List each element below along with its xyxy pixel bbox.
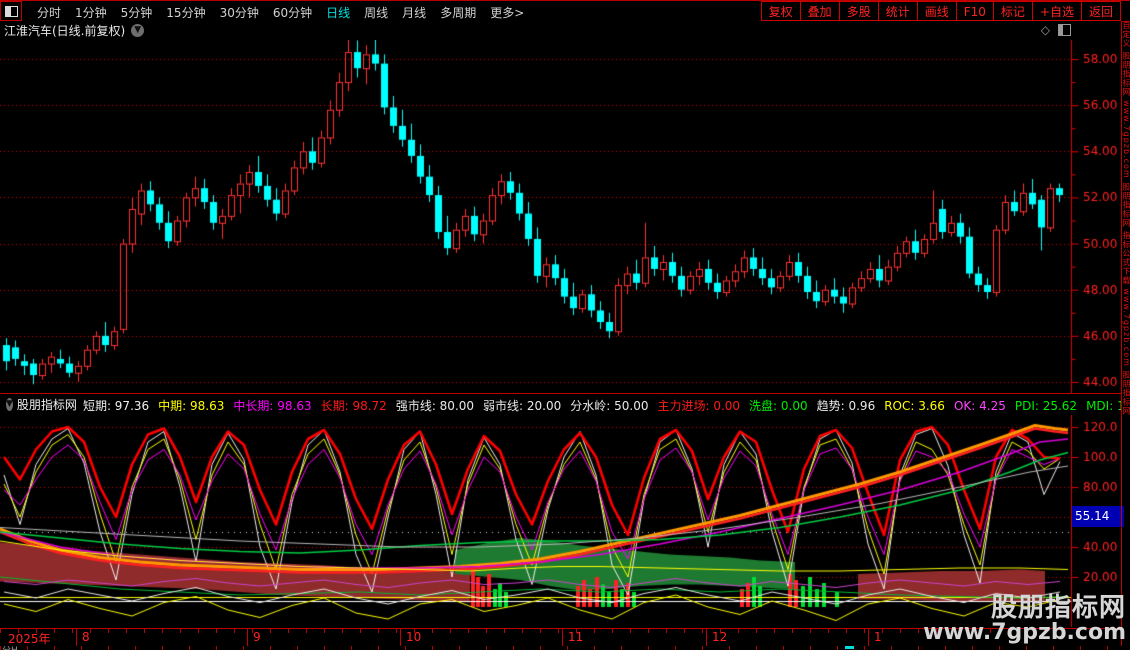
timeframe-tab-1分钟[interactable]: 1分钟 xyxy=(75,6,107,20)
month-divider xyxy=(247,629,248,646)
toolbar-button-标记[interactable]: 标记 xyxy=(993,1,1033,21)
vertical-banner-text: 自定义 股朋指标网 www.7gpzb.com 股朋指标网 指标公式下载 www… xyxy=(1122,21,1130,415)
month-divider xyxy=(706,629,707,646)
top-toolbar: 分时 1分钟 5分钟 15分钟 30分钟 60分钟日线周线月线多周期更多> 复权叠加多股统… xyxy=(0,0,1130,22)
right-side-vertical-banner: 自定义 股朋指标网 www.7gpzb.com 股朋指标网 指标公式下载 www… xyxy=(1121,21,1130,646)
month-divider xyxy=(562,629,563,646)
stock-app-window: 分时 1分钟 5分钟 15分钟 30分钟 60分钟日线周线月线多周期更多> 复权叠加多股统… xyxy=(0,0,1130,650)
indicator-field-分水岭: 分水岭: 50.00 xyxy=(570,399,648,413)
month-divider xyxy=(868,629,869,646)
watermark-site-name: 股朋指标网 xyxy=(923,595,1126,622)
indicator-header: ▼ 股朋指标网 短期: 97.36 中期: 98.63 中长期: 98.63 长期: … xyxy=(0,393,1121,415)
timeframe-tab-月线[interactable]: 月线 xyxy=(402,6,426,20)
timeframe-tab-分时[interactable]: 分时 xyxy=(37,6,61,20)
month-divider xyxy=(400,629,401,646)
watermark-site-url: www.7gpzb.com xyxy=(923,622,1126,644)
chevron-down-circle-icon[interactable]: ▼ xyxy=(6,398,13,411)
month-label-10: 10 xyxy=(406,630,421,644)
indicator-field-中长期: 中长期: 98.63 xyxy=(233,399,311,413)
indicator-current-value-badge: 55.14 xyxy=(1072,506,1124,527)
month-label-12: 12 xyxy=(712,630,727,644)
toolbar-button-返回[interactable]: 返回 xyxy=(1081,1,1121,21)
month-label-11: 11 xyxy=(568,630,583,644)
timeframe-tab-周线[interactable]: 周线 xyxy=(364,6,388,20)
site-watermark: 股朋指标网 www.7gpzb.com xyxy=(923,595,1126,644)
indicator-field-ROC: ROC: 3.66 xyxy=(884,399,945,413)
date-axis-ticks xyxy=(0,629,1072,633)
timeframe-tab-30分钟[interactable]: 30分钟 xyxy=(220,6,259,20)
symbol-title[interactable]: 江淮汽车(日线.前复权) xyxy=(4,22,125,39)
timeframe-tab-5分钟[interactable]: 5分钟 xyxy=(121,6,153,20)
clipped-bottom-pane: 分H xyxy=(0,646,1121,650)
timeframe-tab-日线[interactable]: 日线 xyxy=(326,6,350,20)
toolbar-button-复权[interactable]: 复权 xyxy=(761,1,801,21)
indicator-source-label: 股朋指标网 xyxy=(17,396,77,413)
indicator-field-长期: 长期: 98.72 xyxy=(321,399,387,413)
month-label-1: 1 xyxy=(874,630,882,644)
toolbar-button-画线[interactable]: 画线 xyxy=(917,1,957,21)
month-label-8: 8 xyxy=(82,630,90,644)
indicator-field-趋势: 趋势: 0.96 xyxy=(817,399,876,413)
timeframe-tab-更多>[interactable]: 更多> xyxy=(490,6,524,20)
toolbar-button-多股[interactable]: 多股 xyxy=(839,1,879,21)
month-label-9: 9 xyxy=(253,630,261,644)
toolbar-button-统计[interactable]: 统计 xyxy=(878,1,918,21)
indicator-field-主力进场: 主力进场: 0.00 xyxy=(657,399,740,413)
indicator-field-PDI: PDI: 25.62 xyxy=(1015,399,1077,413)
window-split-button[interactable] xyxy=(0,1,22,21)
timeframe-tab-15分钟[interactable]: 15分钟 xyxy=(166,6,205,20)
timeframe-tab-多周期[interactable]: 多周期 xyxy=(440,6,476,20)
indicator-field-OK: OK: 4.25 xyxy=(954,399,1006,413)
indicator-field-短期: 短期: 97.36 xyxy=(83,399,149,413)
main-candlestick-chart[interactable] xyxy=(0,40,1121,393)
toolbar-button-叠加[interactable]: 叠加 xyxy=(800,1,840,21)
indicator-field-洗盘: 洗盘: 0.00 xyxy=(749,399,808,413)
toolbar-right-buttons: 复权叠加多股统计画线F10标记+自选返回 xyxy=(762,1,1121,21)
timeframe-tab-60分钟[interactable]: 60分钟 xyxy=(273,6,312,20)
month-divider xyxy=(76,629,77,646)
toolbar-button-F10[interactable]: F10 xyxy=(956,1,994,21)
clipped-pane-text: 分H xyxy=(2,646,62,650)
toolbar-button-+自选[interactable]: +自选 xyxy=(1032,1,1082,21)
title-bar: 江淮汽车(日线.前复权) ▼ ◇ xyxy=(0,21,1121,40)
indicator-field-MDI: MDI: 12.07 xyxy=(1086,399,1121,413)
split-window-icon xyxy=(5,6,18,17)
indicator-field-中期: 中期: 98.63 xyxy=(158,399,224,413)
diamond-icon[interactable]: ◇ xyxy=(1041,23,1050,37)
split-window-icon[interactable] xyxy=(1058,24,1071,36)
indicator-values: 短期: 97.36 中期: 98.63 中长期: 98.63 长期: 98.72 强市线… xyxy=(83,395,1121,414)
chevron-down-circle-icon[interactable]: ▼ xyxy=(131,24,144,37)
titlebar-corner-icons: ◇ xyxy=(1041,23,1071,37)
indicator-field-弱市线: 弱市线: 20.00 xyxy=(483,399,561,413)
clipped-cyan-fragment xyxy=(845,646,854,649)
timeframe-tabs: 分时 1分钟 5分钟 15分钟 30分钟 60分钟日线周线月线多周期更多> xyxy=(30,2,531,21)
year-label: 2025年 xyxy=(8,630,51,647)
indicator-field-强市线: 强市线: 80.00 xyxy=(396,399,474,413)
